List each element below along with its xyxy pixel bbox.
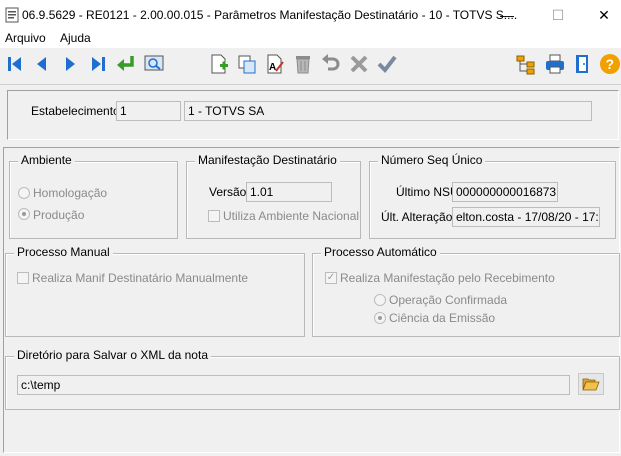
operacao-confirmada-radio[interactable] [374, 294, 386, 306]
next-record-button[interactable] [58, 51, 82, 77]
ambiente-group: Ambiente [9, 153, 178, 239]
window-title: 06.9.5629 - RE0121 - 2.00.00.015 - Parâm… [22, 8, 518, 22]
previous-record-button[interactable] [30, 51, 54, 77]
operacao-confirmada-label: Operação Confirmada [389, 293, 508, 307]
producao-label: Produção [33, 208, 85, 222]
close-button[interactable]: ✕ [581, 0, 621, 30]
estabelecimento-code-field[interactable]: 1 [116, 101, 181, 121]
copy-record-button[interactable] [235, 51, 259, 77]
new-record-button[interactable] [207, 51, 231, 77]
manifestacao-title: Manifestação Destinatário [195, 153, 340, 167]
ciencia-emissao-label: Ciência da Emissão [389, 311, 496, 325]
help-button[interactable]: ? [598, 51, 621, 77]
zoom-button[interactable] [142, 51, 166, 77]
homologacao-label: Homologação [33, 186, 108, 200]
folder-open-icon [582, 378, 600, 391]
menu-bar: Arquivo Ajuda [0, 30, 621, 48]
manif-manual-label: Realiza Manif Destinatário Manualmente [32, 271, 249, 285]
nacional-label: Utiliza Ambiente Nacional [223, 209, 360, 223]
ultimo-nsu-field: 000000000016873 [452, 182, 558, 202]
first-icon [8, 57, 21, 71]
app-icon [5, 7, 19, 23]
title-bar: 06.9.5629 - RE0121 - 2.00.00.015 - Parâm… [0, 0, 621, 30]
versao-field[interactable]: 1.01 [246, 182, 332, 202]
menu-ajuda[interactable]: Ajuda [60, 31, 91, 45]
edit-record-button[interactable]: A [263, 51, 287, 77]
browse-folder-button[interactable] [578, 373, 604, 395]
cancel-button[interactable] [347, 51, 371, 77]
tree-icon [516, 55, 535, 75]
last-icon [92, 57, 105, 71]
manif-recebimento-label: Realiza Manifestação pelo Recebimento [340, 271, 555, 285]
ult-alteracao-label: Últ. Alteração: [381, 210, 456, 224]
ult-alteracao-field: elton.costa - 17/08/20 - 17:06 [452, 207, 600, 227]
confirm-icon [377, 55, 397, 74]
undo-icon [322, 54, 340, 71]
delete-record-button[interactable] [291, 51, 315, 77]
homologacao-radio[interactable] [18, 187, 30, 199]
copy-icon [238, 55, 256, 74]
confirm-button[interactable] [375, 51, 399, 77]
toolbar-separator [0, 84, 621, 85]
menu-arquivo[interactable]: Arquivo [5, 31, 46, 45]
nacional-checkbox[interactable] [208, 210, 220, 222]
svg-text:A: A [269, 62, 276, 73]
versao-label: Versão: [209, 185, 250, 199]
manif-recebimento-checkbox[interactable]: ✓ [325, 272, 337, 284]
previous-icon [37, 57, 46, 71]
goto-button[interactable] [114, 51, 138, 77]
zoom-icon [144, 55, 164, 71]
undo-button[interactable] [319, 51, 343, 77]
processo-manual-title: Processo Manual [14, 245, 113, 259]
svg-text:?: ? [606, 56, 615, 72]
print-icon [546, 54, 564, 74]
goto-icon [117, 56, 134, 71]
first-record-button[interactable] [3, 51, 27, 77]
diretorio-path-field[interactable]: c:\temp [17, 375, 570, 395]
next-icon [66, 57, 75, 71]
new-icon [211, 54, 228, 74]
edit-icon: A [267, 54, 284, 74]
exit-icon [576, 55, 588, 73]
delete-icon [296, 56, 310, 74]
minimize-button[interactable]: — [484, 0, 530, 30]
cancel-icon [350, 55, 368, 73]
estabelecimento-name-field: 1 - TOTVS SA [184, 101, 592, 121]
ciencia-emissao-radio[interactable] [374, 312, 386, 324]
print-button[interactable] [543, 51, 567, 77]
maximize-button[interactable]: ☐ [535, 0, 581, 30]
numero-seq-title: Número Seq Único [378, 153, 486, 167]
ambiente-title: Ambiente [18, 153, 75, 167]
tree-button[interactable] [514, 51, 538, 77]
toolbar: A ? [0, 48, 621, 82]
manif-manual-checkbox[interactable] [17, 272, 29, 284]
processo-automatico-title: Processo Automático [321, 245, 440, 259]
processo-manual-group: Processo Manual [5, 245, 305, 337]
diretorio-title: Diretório para Salvar o XML da nota [14, 348, 211, 362]
producao-radio[interactable] [18, 208, 30, 220]
estabelecimento-label: Estabelecimento: [31, 104, 124, 118]
last-record-button[interactable] [86, 51, 110, 77]
help-icon: ? [600, 54, 620, 74]
exit-button[interactable] [571, 51, 595, 77]
